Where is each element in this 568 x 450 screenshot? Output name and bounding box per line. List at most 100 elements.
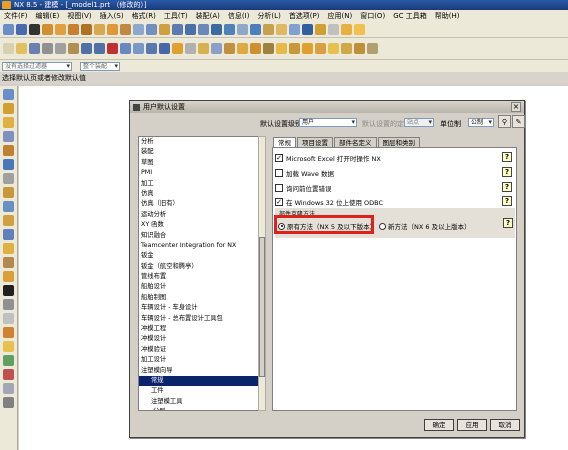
wireframe-icon[interactable] xyxy=(185,43,196,54)
hole-icon[interactable] xyxy=(81,24,92,35)
menu-info[interactable]: 信息(I) xyxy=(228,11,250,21)
menu-view[interactable]: 视图(V) xyxy=(67,11,91,21)
extrude-icon[interactable] xyxy=(55,24,66,35)
tree-item[interactable]: Teamcenter Integration for NX xyxy=(139,241,264,251)
curve-icon[interactable] xyxy=(16,24,27,35)
unite-icon[interactable] xyxy=(107,24,118,35)
hd3d-icon[interactable] xyxy=(3,145,14,156)
close-button[interactable]: × xyxy=(511,102,521,112)
swept-icon[interactable] xyxy=(276,24,287,35)
manufacturing-wizard-icon[interactable] xyxy=(3,215,14,226)
datum-plane-icon[interactable] xyxy=(42,24,53,35)
tree-item[interactable]: 分型 xyxy=(139,407,264,410)
revolve-icon[interactable] xyxy=(68,24,79,35)
pattern-icon[interactable] xyxy=(211,24,222,35)
option-odbc[interactable]: ✓ 在 Windows 32 位上使用 ODBC xyxy=(275,197,383,207)
menu-window[interactable]: 窗口(O) xyxy=(360,11,385,21)
constraint-icon[interactable] xyxy=(250,43,261,54)
tree-item[interactable]: 船舶制图 xyxy=(139,293,264,303)
explode-icon[interactable] xyxy=(289,43,300,54)
mold-wizard-icon[interactable] xyxy=(3,271,14,282)
cut-icon[interactable] xyxy=(42,43,53,54)
defaults-tree[interactable]: 分析 装配 草图 PMI 加工 仿真 仿真（旧有） 运动分析 XY 函数 知识融… xyxy=(138,136,265,411)
excel-checkbox[interactable]: ✓ xyxy=(275,154,283,162)
menu-edit[interactable]: 编辑(E) xyxy=(36,11,60,21)
flag-icon[interactable] xyxy=(3,285,14,296)
snap-icon[interactable] xyxy=(289,24,300,35)
tree-item[interactable]: 船舶设计 xyxy=(139,282,264,292)
radio-new-indicator[interactable] xyxy=(379,222,386,230)
option-position-error[interactable]: 询问前位置错误 xyxy=(275,183,332,193)
chamfer-icon[interactable] xyxy=(146,24,157,35)
option-excel[interactable]: ✓ Microsoft Excel 打开时操作 NX xyxy=(275,153,381,163)
option-wave[interactable]: 加载 Wave 数据 xyxy=(275,168,334,178)
tree-item[interactable]: 运动分析 xyxy=(139,210,264,220)
menu-assembly[interactable]: 装配(A) xyxy=(196,11,220,21)
level-select[interactable]: 用户 xyxy=(299,118,357,127)
position-error-checkbox[interactable] xyxy=(275,184,283,192)
offset-face-icon[interactable] xyxy=(198,24,209,35)
mold-icon[interactable] xyxy=(315,43,326,54)
core-icon[interactable] xyxy=(341,43,352,54)
menu-analysis[interactable]: 分析(L) xyxy=(257,11,280,21)
constraint-navigator-icon[interactable] xyxy=(3,103,14,114)
section-icon[interactable] xyxy=(211,43,222,54)
tree-item[interactable]: 车辆设计 - 总布置设计工具包 xyxy=(139,314,264,324)
menu-application[interactable]: 应用(N) xyxy=(328,11,353,21)
tree-item[interactable]: XY 函数 xyxy=(139,220,264,230)
tree-item[interactable]: 冲模验证 xyxy=(139,345,264,355)
quick-check-icon[interactable] xyxy=(3,341,14,352)
assembly-icon[interactable] xyxy=(224,43,235,54)
wave-icon[interactable] xyxy=(302,43,313,54)
help-icon[interactable]: ? xyxy=(503,218,513,228)
menu-gc-toolkit[interactable]: GC 工具箱 xyxy=(393,11,427,21)
parting-icon[interactable] xyxy=(354,43,365,54)
spreadsheet-icon[interactable] xyxy=(3,355,14,366)
tree-item[interactable]: 注塑模向导 xyxy=(139,366,264,376)
view-icon[interactable] xyxy=(354,24,365,35)
cancel-button[interactable]: 取消 xyxy=(490,419,520,431)
menu-preferences[interactable]: 首选项(P) xyxy=(289,11,320,21)
roles-icon[interactable] xyxy=(3,229,14,240)
tree-item[interactable]: 车辆设计 - 车身设计 xyxy=(139,303,264,313)
menu-format[interactable]: 格式(R) xyxy=(132,11,156,21)
draft-icon[interactable] xyxy=(172,24,183,35)
trim-body-icon[interactable] xyxy=(185,24,196,35)
menu-tools[interactable]: 工具(T) xyxy=(164,11,188,21)
selection-scope-select[interactable]: 整个装配 xyxy=(80,61,120,71)
unit-select[interactable]: 公制 xyxy=(468,118,494,127)
tree-item[interactable]: 冲模工程 xyxy=(139,324,264,334)
tree-item-selected[interactable]: 常规 xyxy=(139,375,264,387)
tree-item[interactable]: 装配 xyxy=(139,147,264,157)
redo-icon[interactable] xyxy=(94,43,105,54)
help-icon[interactable]: ? xyxy=(502,182,512,192)
shell-icon[interactable] xyxy=(159,24,170,35)
move-icon[interactable] xyxy=(263,43,274,54)
help-icon[interactable]: ? xyxy=(502,167,512,177)
tree-item[interactable]: PMI xyxy=(139,168,264,178)
assembly-navigator-icon[interactable] xyxy=(3,89,14,100)
tree-item[interactable]: 注塑模工具 xyxy=(139,397,264,407)
zoom-icon[interactable] xyxy=(133,43,144,54)
menu-file[interactable]: 文件(F) xyxy=(4,11,28,21)
sew-icon[interactable] xyxy=(237,24,248,35)
help-icon[interactable]: ? xyxy=(502,196,512,206)
subtract-icon[interactable] xyxy=(120,24,131,35)
find-default-button[interactable]: ⚲ xyxy=(498,115,511,128)
tree-item[interactable]: 冲模设计 xyxy=(139,334,264,344)
radio-new-method[interactable]: 新方法（NX 6 及以上版本） xyxy=(379,221,471,231)
component-icon[interactable] xyxy=(237,43,248,54)
text-icon[interactable] xyxy=(29,24,40,35)
history-icon[interactable] xyxy=(3,173,14,184)
through-curves-icon[interactable] xyxy=(263,24,274,35)
ok-button[interactable]: 确定 xyxy=(424,419,454,431)
visual-report-icon[interactable] xyxy=(3,369,14,380)
tree-item[interactable]: 草图 xyxy=(139,158,264,168)
clone-icon[interactable] xyxy=(276,43,287,54)
tree-item[interactable]: 知识融合 xyxy=(139,231,264,241)
reuse-library-icon[interactable] xyxy=(3,131,14,142)
fit-icon[interactable] xyxy=(120,43,131,54)
cavity-icon[interactable] xyxy=(328,43,339,54)
tree-item[interactable]: 加工设计 xyxy=(139,355,264,365)
wave-checkbox[interactable] xyxy=(275,169,283,177)
